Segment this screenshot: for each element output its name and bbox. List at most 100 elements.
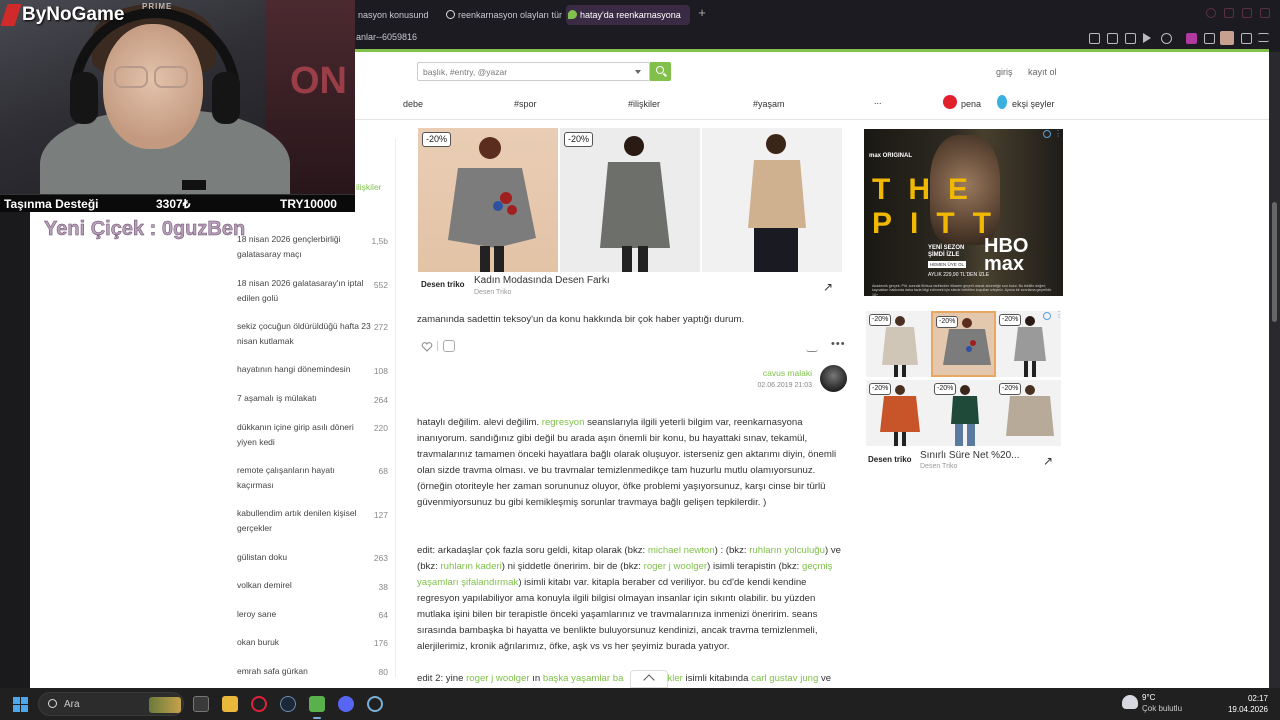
more-options-icon[interactable]: ••• — [831, 338, 846, 350]
steam-icon[interactable] — [280, 696, 296, 712]
system-clock[interactable]: 02:17 19.04.2026 — [1200, 693, 1268, 715]
ad-menu-icon[interactable]: ⋮ — [1055, 310, 1063, 319]
bkz-link[interactable]: roger j woolger — [466, 673, 529, 684]
cloud-icon — [1122, 695, 1138, 709]
pin-icon[interactable] — [1089, 33, 1100, 44]
file-explorer-icon[interactable] — [222, 696, 238, 712]
play-icon[interactable] — [1143, 33, 1151, 43]
ad-info-icon[interactable] — [1043, 312, 1051, 320]
hbo-max-ad[interactable]: max ORIGINAL THE PITT YENİ SEZON ŞİMDİ İ… — [864, 129, 1063, 296]
ad-title[interactable]: Sınırlı Süre Net %20... — [920, 450, 1020, 461]
ad-product-thumb[interactable]: -20% — [996, 380, 1061, 446]
messenger-icon[interactable] — [1186, 33, 1197, 44]
obs-app-icon[interactable] — [309, 696, 325, 712]
url-text[interactable]: anlar--6059816 — [356, 32, 417, 42]
bkz-link[interactable]: kler — [667, 673, 682, 684]
sidebar-topic[interactable]: leroy sane — [237, 607, 372, 622]
nav-eksi-seyler[interactable]: ekşi şeyler — [1012, 99, 1055, 109]
ad-title[interactable]: Kadın Modasında Desen Farkı — [474, 275, 610, 286]
sidebar-topic[interactable]: 7 aşamalı iş mülakatı — [237, 391, 372, 406]
sidebar-category[interactable]: ilişkiler — [356, 182, 382, 192]
external-link-icon[interactable]: ↗ — [1043, 454, 1053, 468]
ad-info-icon[interactable] — [1043, 130, 1051, 138]
minimize-icon[interactable] — [1224, 8, 1234, 18]
sidebar-topic[interactable]: volkan demirel — [237, 578, 372, 593]
bkz-link[interactable]: ruhların yolculuğu — [749, 545, 825, 556]
save-icon[interactable] — [1107, 33, 1118, 44]
windows-start-icon[interactable] — [13, 697, 29, 713]
ad-cta[interactable]: HEMEN ÜYE OL — [928, 261, 967, 268]
weather-description[interactable]: Çok bulutlu — [1142, 704, 1182, 713]
page-scrollbar[interactable] — [1269, 52, 1280, 688]
header-divider — [355, 119, 1269, 120]
nav-iliskiler[interactable]: #ilişkiler — [628, 99, 660, 109]
sidebar-topic[interactable]: kabullendim artık denilen kişisel gerçek… — [237, 506, 372, 536]
download-icon[interactable] — [1241, 33, 1252, 44]
sidebar-topic[interactable]: sekiz çocuğun öldürüldüğü hafta 23 nisan… — [237, 319, 372, 349]
maximize-icon[interactable] — [1242, 8, 1252, 18]
author-avatar[interactable] — [820, 365, 847, 392]
ad-product-image[interactable]: -20% — [560, 128, 700, 272]
weather-temperature[interactable]: 9°C — [1142, 693, 1155, 702]
sidebar-topic[interactable]: 18 nisan 2026 gençlerbirliği galatasaray… — [237, 232, 372, 262]
ad-product-image[interactable] — [702, 128, 842, 272]
ad-product-thumb[interactable]: -20% — [866, 380, 931, 446]
external-link-icon[interactable]: ↗ — [823, 280, 833, 294]
sidebar-topic[interactable]: emrah safa gürkan — [237, 664, 372, 679]
shield-icon[interactable] — [1125, 33, 1136, 44]
bkz-link[interactable]: regresyon — [542, 417, 585, 428]
task-view-icon[interactable] — [193, 696, 209, 712]
ad-product-thumb[interactable]: -20% — [931, 380, 996, 446]
bkz-link[interactable]: carl gustav jung — [751, 673, 818, 684]
browser-tab-active[interactable]: hatay'da reenkarnasyona — [566, 5, 690, 25]
ad-product-thumb[interactable]: -20% — [931, 311, 996, 377]
sidebar-topic[interactable]: okan buruk — [237, 635, 372, 650]
share-icon[interactable] — [806, 340, 818, 352]
ad-menu-icon[interactable]: ⋮ — [1054, 129, 1062, 138]
register-link[interactable]: kayıt ol — [1028, 67, 1057, 77]
nav-more[interactable]: ... — [874, 96, 882, 106]
browser-tab[interactable]: nasyon konusund — [354, 5, 434, 25]
bkz-link[interactable]: michael newton — [648, 545, 715, 556]
ad-product-thumb[interactable]: -20% — [866, 311, 931, 377]
opera-browser-icon[interactable] — [251, 696, 267, 712]
bkz-link[interactable]: roger j woolger — [644, 561, 707, 572]
sidebar-topic[interactable]: dükkanın içine girip asılı döneri yiyen … — [237, 420, 372, 450]
search-input[interactable]: başlık, #entry, @yazar — [417, 62, 650, 81]
scrollbar-thumb[interactable] — [1272, 202, 1277, 322]
pena-icon — [943, 95, 957, 109]
sidebar-topic[interactable]: hayatının hangi dönemindesin — [237, 362, 372, 377]
entry-author[interactable]: cavus malaki — [740, 368, 812, 378]
bkz-link[interactable]: başka yaşamlar ba — [543, 673, 624, 684]
ad-product-thumb[interactable]: -20% — [996, 311, 1061, 377]
login-link[interactable]: giriş — [996, 67, 1013, 77]
scroll-to-top-button[interactable] — [630, 670, 668, 688]
sidebar-topic[interactable]: remote çalışanların hayatı kaçırması — [237, 463, 372, 493]
channel-logo: ByNoGame — [22, 4, 125, 25]
bkz-link[interactable]: ruhların kaderi — [440, 561, 501, 572]
sidebar-topic[interactable]: 18 nisan 2026 galatasaray'ın iptal edile… — [237, 276, 372, 306]
heart-icon[interactable] — [1161, 33, 1172, 44]
ad-product-image[interactable]: -20% — [418, 128, 558, 272]
sidebar-topic[interactable]: gülistan doku — [237, 550, 372, 565]
heart-icon[interactable] — [421, 340, 433, 352]
close-icon[interactable] — [1260, 8, 1270, 18]
downvote-icon[interactable] — [443, 340, 455, 352]
extensions-icon[interactable] — [1204, 33, 1215, 44]
entry-date[interactable]: 02.06.2019 21:03 — [740, 382, 813, 389]
chevron-down-icon[interactable] — [635, 70, 641, 74]
search-button[interactable] — [650, 62, 671, 81]
nav-yasam[interactable]: #yaşam — [753, 99, 785, 109]
settings-gear-icon[interactable] — [367, 696, 383, 712]
nav-pena[interactable]: pena — [961, 99, 981, 109]
profile-avatar[interactable] — [1220, 31, 1234, 45]
new-tab-icon[interactable]: + — [696, 6, 708, 19]
search-icon[interactable] — [1206, 8, 1216, 18]
taskbar-search[interactable]: Ara — [38, 692, 184, 716]
chevron-up-icon — [643, 674, 655, 686]
browser-tab[interactable]: reenkarnasyon olayları tür — [444, 5, 562, 25]
discord-icon[interactable] — [338, 696, 354, 712]
nav-spor[interactable]: #spor — [514, 99, 537, 109]
menu-icon[interactable] — [1258, 33, 1269, 42]
nav-debe[interactable]: debe — [403, 99, 423, 109]
